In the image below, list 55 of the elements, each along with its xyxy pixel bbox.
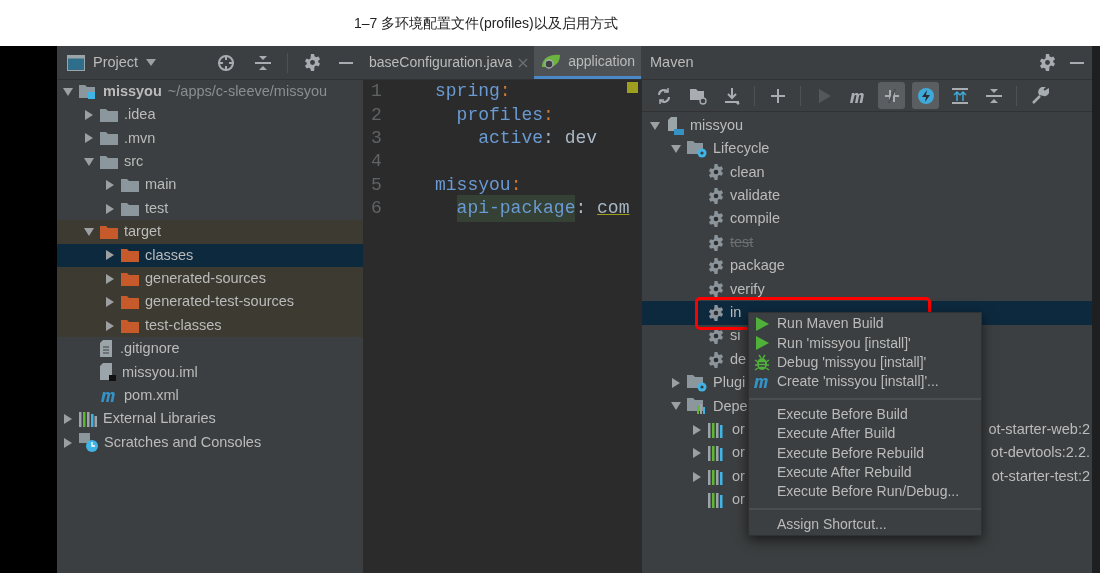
- panel-title: Maven: [650, 52, 694, 72]
- tree-label: generated-test-sources: [145, 292, 295, 312]
- tree-label: src: [124, 152, 144, 171]
- tree-label: or: [732, 490, 745, 510]
- code-token: :: [499, 80, 511, 104]
- tree-label: generated-sources: [145, 268, 266, 288]
- tree-label: or: [732, 419, 745, 439]
- code-token: com: [597, 197, 630, 221]
- code-token: api-package: [456, 195, 576, 223]
- tree-label: package: [730, 256, 785, 276]
- tree-label: .idea: [124, 105, 156, 125]
- code-token: active: [477, 127, 544, 150]
- tree-label: compile: [730, 209, 780, 229]
- code-token: : dev: [543, 127, 598, 150]
- tree-label: .gitignore: [120, 339, 180, 359]
- tree-label: missyou: [103, 81, 162, 101]
- tree-label: verify: [730, 279, 765, 299]
- tree-label: .mvn: [124, 128, 156, 148]
- tree-label: missyou: [690, 115, 744, 135]
- tree-label: Depe: [713, 396, 748, 416]
- page-title: 1–7 多环境配置文件(profiles)以及启用方式: [354, 13, 618, 33]
- tree-label: classes: [145, 245, 194, 265]
- line-number: 6: [370, 197, 383, 221]
- code-token: missyou: [435, 173, 511, 197]
- tree-label: or: [732, 466, 745, 486]
- tree-label: External Libraries: [103, 409, 216, 429]
- code-token: :: [575, 197, 588, 221]
- tree-label: pom.xml: [124, 385, 179, 405]
- tree-label: test-classes: [145, 315, 222, 335]
- tree-label: clean: [730, 162, 765, 182]
- tree-label: missyou.iml: [122, 362, 198, 382]
- line-number: 2: [370, 103, 383, 127]
- tree-label: main: [145, 175, 177, 195]
- project-path: ~/apps/c-sleeve/missyou: [167, 81, 327, 101]
- tree-label: validate: [730, 186, 780, 205]
- tree-label: ot-devtools:2.2.: [990, 443, 1090, 463]
- line-number: 3: [370, 127, 383, 150]
- line-number: 1: [370, 80, 383, 104]
- tree-label: target: [124, 222, 162, 242]
- line-number: 5: [370, 173, 383, 197]
- tree-label: ot-starter-web:2: [988, 419, 1090, 439]
- tree-label: test: [145, 198, 169, 218]
- code-token: profiles: [455, 103, 544, 127]
- tree-label: Plugi: [713, 373, 746, 393]
- code-token: :: [510, 173, 522, 197]
- tree-label: si: [730, 326, 741, 346]
- tree-label: de: [730, 349, 747, 369]
- tree-label: ot-starter-test:2: [991, 466, 1090, 486]
- tree-label: Lifecycle: [713, 139, 770, 159]
- tree-label: or: [732, 443, 745, 463]
- tree-label: in: [730, 302, 742, 322]
- code-token: :: [543, 103, 554, 127]
- line-number: 4: [370, 150, 383, 174]
- tree-label: Scratches and Consoles: [104, 432, 262, 452]
- code-token: spring: [435, 80, 500, 104]
